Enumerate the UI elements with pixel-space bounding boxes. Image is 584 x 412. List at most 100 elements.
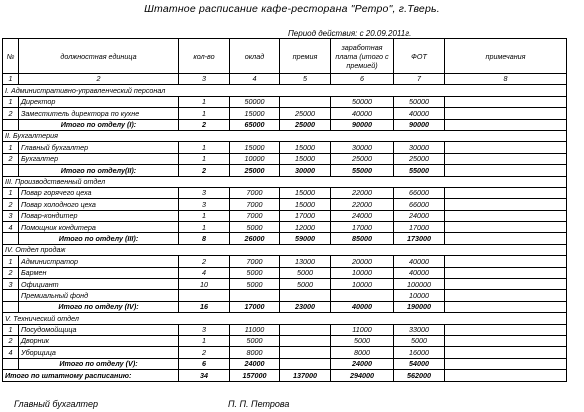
wage-cell: 5000 — [330, 334, 394, 348]
bonus-cell: 5000 — [279, 266, 331, 280]
qty-cell: 6 — [178, 357, 230, 371]
fot-cell: 54000 — [393, 357, 445, 371]
table-row: 1 Директор 1 50000 50000 50000 — [2, 95, 567, 109]
row-number: 2 — [2, 334, 19, 348]
notes-cell — [444, 152, 567, 166]
table-row: 2 Дворник 1 5000 5000 5000 — [2, 334, 567, 348]
footer-role: Главный бухгалтер — [14, 399, 99, 409]
notes-cell — [444, 300, 567, 314]
salary-cell: 7000 — [229, 198, 280, 211]
header-wage: заработная плата (итого с премией) — [330, 38, 394, 74]
row-number: 2 — [2, 152, 19, 166]
qty-cell: 2 — [178, 164, 230, 177]
section-title: II. Бухгалтерия — [2, 129, 567, 143]
table-row: 2 Повар холодного цеха 3 7000 15000 22000 6600… — [2, 198, 567, 211]
section-header-row: I. Административно-управленческий персон… — [2, 84, 567, 97]
salary-cell: 11000 — [229, 323, 280, 337]
col-number: 8 — [444, 72, 567, 86]
table-row: 3 Официант 10 5000 5000 10000 100000 — [2, 278, 567, 291]
bonus-cell: 23000 — [279, 300, 331, 314]
col-number: 3 — [178, 72, 230, 86]
notes-cell — [444, 323, 567, 337]
row-number — [2, 289, 19, 302]
section-total-label: Итого по отделу (I): — [18, 118, 179, 131]
salary-cell: 157000 — [229, 369, 280, 382]
section-header-row: IV. Отдел продаж — [2, 243, 567, 257]
document-title: Штатное расписание кафе-ресторана "Ретро… — [144, 3, 440, 15]
row-number: 1 — [2, 186, 19, 200]
notes-cell — [444, 141, 567, 154]
header-row: № должностная единица кол-во оклад преми… — [2, 38, 567, 74]
header-position: должностная единица — [18, 38, 179, 74]
wage-cell: 10000 — [330, 278, 394, 291]
fot-cell: 25000 — [393, 152, 445, 166]
wage-cell: 30000 — [330, 141, 394, 154]
section-title: V. Технический отдел — [2, 312, 567, 325]
col-number: 7 — [393, 72, 445, 86]
col-number: 6 — [330, 72, 394, 86]
section-header-row: II. Бухгалтерия — [2, 129, 567, 143]
table-row: 3 Повар-кондитер 1 7000 17000 24000 24000 — [2, 209, 567, 223]
notes-cell — [444, 186, 567, 200]
position-name: Главный бухгалтер — [18, 141, 179, 154]
row-number: 4 — [2, 346, 19, 359]
bonus-cell: 17000 — [279, 209, 331, 223]
row-number — [2, 300, 19, 314]
salary-cell: 15000 — [229, 107, 280, 120]
qty-cell: 1 — [178, 95, 230, 109]
section-header-row: III. Производственный отдел — [2, 175, 567, 188]
wage-cell: 55000 — [330, 164, 394, 177]
fot-cell: 66000 — [393, 186, 445, 200]
salary-cell: 24000 — [229, 357, 280, 371]
section-title: IV. Отдел продаж — [2, 243, 567, 257]
table-row: 1 Посудомойщица 3 11000 11000 33000 — [2, 323, 567, 337]
footer-signatory: П. П. Петрова — [228, 399, 290, 409]
notes-cell — [444, 232, 567, 245]
bonus-cell: 25000 — [279, 107, 331, 120]
qty-cell: 1 — [178, 221, 230, 234]
salary-cell: 15000 — [229, 141, 280, 154]
header-fot: ФОТ — [393, 38, 445, 74]
fot-cell: 40000 — [393, 255, 445, 268]
table-row: 4 Помощник кондитера 1 5000 12000 17000 17000 — [2, 221, 567, 234]
section-title: I. Административно-управленческий персон… — [2, 84, 567, 97]
column-number-row: 1 2 3 4 5 6 7 8 — [2, 72, 567, 86]
wage-cell: 22000 — [330, 198, 394, 211]
qty-cell: 2 — [178, 346, 230, 359]
qty-cell: 1 — [178, 209, 230, 223]
table-row: 2 Бармен 4 5000 5000 10000 40000 — [2, 266, 567, 280]
fot-cell: 24000 — [393, 209, 445, 223]
qty-cell: 2 — [178, 118, 230, 131]
header-bonus: премия — [279, 38, 331, 74]
position-name: Посудомойщица — [18, 323, 179, 337]
notes-cell — [444, 209, 567, 223]
qty-cell: 1 — [178, 152, 230, 166]
fot-cell: 33000 — [393, 323, 445, 337]
fot-cell: 17000 — [393, 221, 445, 234]
notes-cell — [444, 164, 567, 177]
notes-cell — [444, 289, 567, 302]
position-name: Директор — [18, 95, 179, 109]
row-number — [2, 118, 19, 131]
row-number — [2, 232, 19, 245]
col-number: 1 — [2, 72, 19, 86]
row-number: 1 — [2, 141, 19, 154]
fot-cell: 30000 — [393, 141, 445, 154]
wage-cell: 10000 — [330, 266, 394, 280]
position-name: Бухгалтер — [18, 152, 179, 166]
bonus-cell: 12000 — [279, 221, 331, 234]
bonus-cell: 15000 — [279, 198, 331, 211]
fot-cell: 90000 — [393, 118, 445, 131]
salary-cell: 25000 — [229, 164, 280, 177]
wage-cell: 50000 — [330, 95, 394, 109]
qty-cell: 1 — [178, 334, 230, 348]
notes-cell — [444, 107, 567, 120]
period-label: Период действия: с 20.09.2011г. — [288, 29, 412, 38]
col-number: 2 — [18, 72, 179, 86]
position-name: Повар горячего цеха — [18, 186, 179, 200]
salary-cell: 17000 — [229, 300, 280, 314]
row-number: 1 — [2, 95, 19, 109]
wage-cell: 24000 — [330, 209, 394, 223]
section-total-row: Итого по отделу (III): 8 26000 59000 85000 17… — [2, 232, 567, 245]
table-row: 4 Уборщица 2 8000 8000 16000 — [2, 346, 567, 359]
